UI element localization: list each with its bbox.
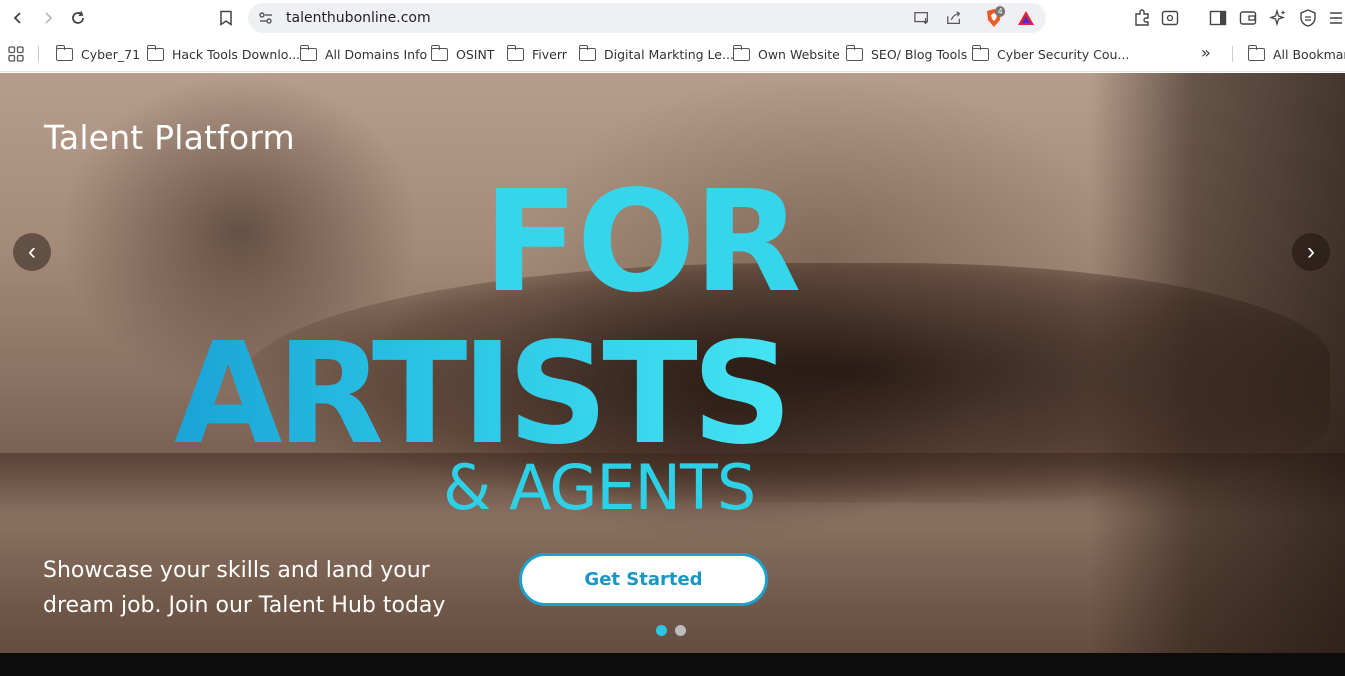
hero-carousel: Talent Platform FOR ARTISTS & AGENTS Sho… bbox=[0, 73, 1345, 653]
bookmark-label: Cyber_71 bbox=[81, 46, 141, 62]
wallet-icon[interactable] bbox=[1238, 8, 1258, 28]
headline-artists: ARTISTS bbox=[174, 313, 793, 476]
bookmark-folder[interactable]: Digital Markting Le... bbox=[578, 44, 734, 63]
headline-agents: & AGENTS bbox=[443, 451, 756, 524]
bookmark-label: Hack Tools Downlo... bbox=[172, 46, 301, 62]
carousel-dot[interactable] bbox=[675, 625, 686, 636]
folder-icon bbox=[971, 44, 989, 61]
apps-grid-icon[interactable] bbox=[8, 45, 24, 63]
page-dark-section bbox=[0, 653, 1345, 676]
bookmark-folder[interactable]: Cyber Security Cou... bbox=[971, 44, 1130, 63]
all-bookmarks-label: All Bookmarks bbox=[1273, 46, 1345, 62]
url-text[interactable]: talenthubonline.com bbox=[286, 10, 431, 26]
install-icon[interactable] bbox=[914, 10, 930, 26]
menu-icon[interactable] bbox=[1326, 8, 1345, 28]
extension-badge: 4 bbox=[995, 6, 1006, 17]
carousel-dot-active[interactable] bbox=[656, 625, 667, 636]
brave-shield-icon[interactable]: 4 bbox=[984, 6, 1006, 28]
folder-icon bbox=[55, 44, 73, 61]
all-bookmarks-folder[interactable]: All Bookmarks bbox=[1247, 44, 1345, 63]
folder-icon bbox=[506, 44, 524, 61]
vpn-icon[interactable] bbox=[1298, 8, 1318, 28]
site-settings-icon[interactable] bbox=[258, 10, 274, 26]
bookmarks-divider bbox=[1232, 46, 1233, 62]
bookmark-star-icon[interactable] bbox=[214, 6, 238, 30]
bookmark-label: Digital Markting Le... bbox=[604, 46, 734, 62]
folder-icon bbox=[732, 44, 750, 61]
bookmark-label: Fiverr bbox=[532, 46, 567, 62]
bookmark-folder[interactable]: Hack Tools Downlo... bbox=[146, 44, 301, 63]
carousel-next-button[interactable]: › bbox=[1292, 233, 1330, 271]
carousel-prev-button[interactable]: ‹ bbox=[13, 233, 51, 271]
brave-rewards-icon[interactable] bbox=[1016, 8, 1036, 28]
hero-tagline: Showcase your skills and land your dream… bbox=[43, 558, 446, 618]
folder-icon bbox=[299, 44, 317, 61]
hero-background-shade bbox=[1090, 73, 1345, 653]
bookmark-label: All Domains Info bbox=[325, 46, 428, 62]
get-started-button[interactable]: Get Started bbox=[519, 553, 768, 606]
headline-for: FOR bbox=[483, 161, 801, 324]
extensions-icon[interactable] bbox=[1132, 8, 1152, 28]
back-icon[interactable] bbox=[6, 6, 30, 30]
leo-ai-icon[interactable] bbox=[1268, 8, 1288, 28]
sidebar-icon[interactable] bbox=[1208, 8, 1228, 28]
bookmark-label: OSINT bbox=[456, 46, 495, 62]
folder-icon bbox=[146, 44, 164, 61]
carousel-indicators bbox=[656, 625, 686, 636]
folder-icon bbox=[845, 44, 863, 61]
folder-icon bbox=[430, 44, 448, 61]
site-brand[interactable]: Talent Platform bbox=[44, 118, 295, 157]
bookmark-folder[interactable]: Cyber_71 bbox=[55, 44, 141, 63]
bookmark-folder[interactable]: SEO/ Blog Tools bbox=[845, 44, 968, 63]
reader-icon[interactable] bbox=[1160, 8, 1180, 28]
bookmark-label: SEO/ Blog Tools bbox=[871, 46, 968, 62]
bookmarks-overflow-button[interactable]: » bbox=[1201, 43, 1211, 62]
folder-icon bbox=[1247, 44, 1265, 61]
reload-icon[interactable] bbox=[66, 6, 90, 30]
folder-icon bbox=[578, 44, 596, 61]
bookmark-folder[interactable]: Own Website bbox=[732, 44, 840, 63]
bookmark-folder[interactable]: All Domains Info bbox=[299, 44, 428, 63]
address-bar[interactable]: talenthubonline.com 4 bbox=[248, 3, 1046, 33]
bookmark-folder[interactable]: OSINT bbox=[430, 44, 495, 63]
bookmark-folder[interactable]: Fiverr bbox=[506, 44, 567, 63]
bookmarks-bar: Cyber_71 Hack Tools Downlo... All Domain… bbox=[0, 36, 1345, 72]
bookmark-label: Own Website bbox=[758, 46, 840, 62]
browser-toolbar: talenthubonline.com 4 bbox=[0, 0, 1345, 36]
share-icon[interactable] bbox=[946, 10, 962, 26]
bookmarks-divider bbox=[38, 46, 39, 62]
forward-icon[interactable] bbox=[36, 6, 60, 30]
bookmark-label: Cyber Security Cou... bbox=[997, 46, 1130, 62]
